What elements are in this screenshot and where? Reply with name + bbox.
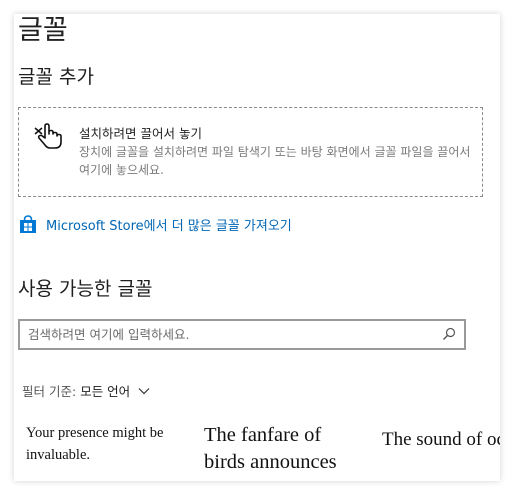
page-title: 글꼴: [18, 15, 68, 46]
font-drop-zone[interactable]: 설치하려면 끌어서 놓기 장치에 글꼴을 설치하려면 파일 탐색기 또는 바탕 …: [18, 107, 483, 197]
add-fonts-heading: 글꼴 추가: [18, 66, 94, 88]
filter-value: 모든 언어: [80, 384, 131, 399]
available-fonts-heading: 사용 가능한 글꼴: [18, 278, 153, 300]
font-preview-card-1[interactable]: Your presence might be invaluable.: [26, 422, 191, 466]
drop-zone-title: 설치하려면 끌어서 놓기: [79, 126, 202, 141]
filter-label: 필터 기준:: [22, 384, 77, 399]
fonts-settings-panel: 글꼴 글꼴 추가 설치하려면 끌어서 놓기 장치에 글꼴을 설치하려면 파일 탐…: [14, 14, 500, 481]
font-search-input[interactable]: [28, 324, 428, 344]
store-link-label: Microsoft Store에서 더 많은 글꼴 가져오기: [46, 218, 292, 234]
font-search-box[interactable]: [18, 319, 466, 350]
search-icon[interactable]: [442, 327, 456, 341]
chevron-down-icon: [138, 387, 150, 394]
font-preview-card-3[interactable]: The sound of ocean waves calms my soul.: [382, 426, 500, 454]
microsoft-store-link[interactable]: Microsoft Store에서 더 많은 글꼴 가져오기: [18, 214, 292, 234]
hand-pointer-icon: [34, 123, 62, 149]
store-bag-icon: [20, 215, 36, 233]
filter-dropdown[interactable]: 모든 언어: [80, 381, 150, 400]
language-filter: 필터 기준: 모든 언어: [22, 381, 150, 400]
font-preview-card-2[interactable]: The fanfare of birds announces the morni…: [204, 422, 364, 481]
drop-zone-description: 장치에 글꼴을 설치하려면 파일 탐색기 또는 바탕 화면에서 글꼴 파일을 끌…: [79, 145, 471, 177]
